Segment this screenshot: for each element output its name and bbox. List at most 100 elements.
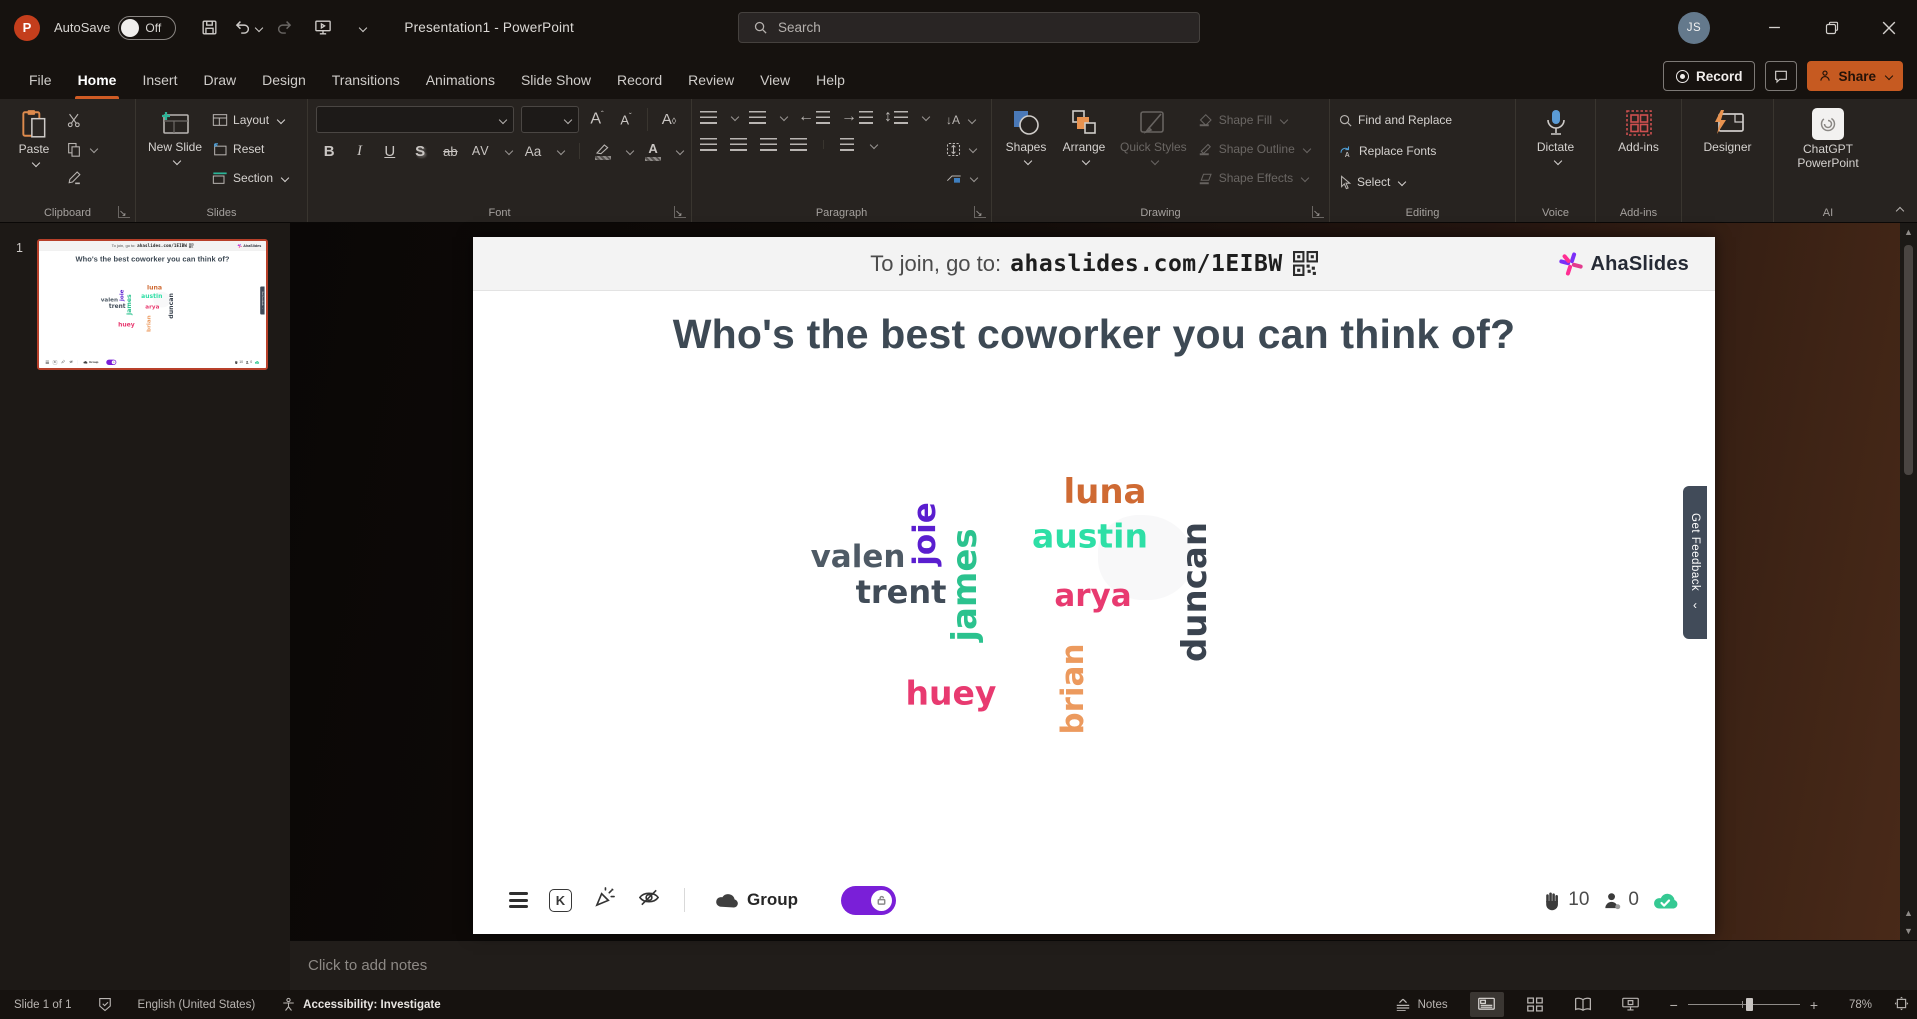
layout-button[interactable]: Layout bbox=[212, 109, 288, 131]
scrollbar-thumb[interactable] bbox=[1904, 245, 1913, 475]
select-button[interactable]: Select bbox=[1338, 171, 1452, 193]
hide-results-icon[interactable] bbox=[637, 886, 661, 914]
slide-indicator[interactable]: Slide 1 of 1 bbox=[14, 999, 72, 1011]
font-name-combobox[interactable] bbox=[316, 106, 514, 133]
find-replace-button[interactable]: Find and Replace bbox=[1338, 109, 1452, 131]
format-painter-button[interactable] bbox=[66, 167, 97, 189]
tab-view[interactable]: View bbox=[747, 61, 803, 99]
columns-button[interactable] bbox=[840, 138, 854, 151]
copy-button[interactable] bbox=[66, 138, 99, 160]
highlight-color-button[interactable] bbox=[595, 143, 612, 160]
numbering-button[interactable] bbox=[749, 110, 766, 124]
line-spacing-button[interactable]: ↕ bbox=[884, 108, 908, 126]
chatgpt-button[interactable]: ChatGPT PowerPoint bbox=[1785, 106, 1871, 200]
increase-indent-button[interactable]: → bbox=[841, 108, 873, 126]
next-slide-button[interactable]: ▼ bbox=[1904, 922, 1913, 940]
normal-view-button[interactable] bbox=[1469, 992, 1504, 1017]
slide[interactable]: To join, go to: ahaslides.com/1EIBW AhaS… bbox=[473, 237, 1715, 934]
record-button[interactable]: Record bbox=[1662, 61, 1756, 91]
slideshow-view-button[interactable] bbox=[1614, 992, 1648, 1017]
strikethrough-button[interactable]: ab bbox=[441, 144, 459, 159]
replace-fonts-button[interactable]: A Replace Fonts bbox=[1338, 140, 1452, 162]
reading-view-button[interactable] bbox=[1566, 992, 1600, 1017]
notes-pane[interactable]: Click to add notes bbox=[290, 940, 1917, 990]
customize-qat-button[interactable] bbox=[344, 12, 378, 44]
align-right-button[interactable] bbox=[760, 138, 777, 151]
arrange-button[interactable]: Arrange bbox=[1058, 106, 1110, 200]
section-button[interactable]: Section bbox=[212, 167, 290, 189]
bullets-button[interactable] bbox=[700, 110, 717, 124]
zoom-slider-thumb[interactable] bbox=[1745, 998, 1753, 1011]
zoom-in-button[interactable]: + bbox=[1810, 997, 1818, 1013]
designer-button[interactable]: Designer bbox=[1699, 106, 1755, 200]
minimize-button[interactable] bbox=[1746, 0, 1803, 55]
get-feedback-tab[interactable]: Get Feedback ‹ bbox=[1683, 486, 1707, 639]
tab-record[interactable]: Record bbox=[604, 61, 675, 99]
italic-button[interactable]: I bbox=[350, 143, 368, 160]
font-color-button[interactable]: A bbox=[645, 141, 662, 161]
decrease-indent-button[interactable]: ← bbox=[798, 108, 830, 126]
shapes-button[interactable]: Shapes bbox=[1000, 106, 1052, 200]
powerpoint-logo-icon[interactable]: P bbox=[14, 14, 40, 41]
notes-toggle[interactable]: Notes bbox=[1395, 998, 1448, 1011]
addins-button[interactable]: Add-ins bbox=[1613, 106, 1665, 200]
group-button[interactable]: Group bbox=[714, 890, 798, 910]
zoom-slider[interactable] bbox=[1687, 998, 1800, 1011]
reset-button[interactable]: Reset bbox=[212, 138, 288, 160]
spell-check-button[interactable] bbox=[98, 997, 112, 1012]
grow-font-button[interactable]: Aˆ bbox=[586, 110, 608, 128]
drawing-dialog-launcher[interactable]: ↘ bbox=[1312, 206, 1324, 218]
keyboard-shortcut-icon[interactable]: K bbox=[549, 888, 572, 912]
text-shadow-button[interactable]: S bbox=[411, 143, 429, 160]
tab-help[interactable]: Help bbox=[803, 61, 858, 99]
scroll-up-arrow[interactable]: ▲ bbox=[1904, 223, 1913, 241]
slide-sorter-view-button[interactable] bbox=[1518, 992, 1552, 1017]
slide-thumbnail[interactable]: To join, go to: ahaslides.com/1EIBW AhaS… bbox=[37, 239, 268, 370]
change-case-button[interactable]: Aa bbox=[524, 144, 542, 159]
convert-smartart-button[interactable] bbox=[946, 167, 979, 189]
tab-review[interactable]: Review bbox=[675, 61, 747, 99]
undo-dropdown-chevron[interactable] bbox=[255, 23, 264, 32]
clear-formatting-button[interactable]: A◊ bbox=[658, 111, 680, 128]
tab-file[interactable]: File bbox=[16, 61, 65, 99]
slide[interactable]: To join, go to: ahaslides.com/1EIBW AhaS… bbox=[39, 241, 266, 368]
paste-button[interactable]: Paste bbox=[8, 106, 60, 200]
close-button[interactable] bbox=[1860, 0, 1917, 55]
align-center-button[interactable] bbox=[730, 138, 747, 151]
share-button[interactable]: Share bbox=[1807, 61, 1903, 91]
accessibility-status[interactable]: Accessibility: Investigate bbox=[281, 997, 441, 1012]
new-slide-button[interactable]: New Slide bbox=[144, 106, 206, 200]
clipboard-dialog-launcher[interactable]: ↘ bbox=[118, 206, 130, 218]
tab-transitions[interactable]: Transitions bbox=[319, 61, 413, 99]
vertical-scrollbar[interactable]: ▲ ▲ ▼ bbox=[1900, 223, 1917, 940]
tab-slide-show[interactable]: Slide Show bbox=[508, 61, 604, 99]
zoom-out-button[interactable]: − bbox=[1670, 997, 1678, 1013]
bold-button[interactable]: B bbox=[320, 143, 338, 160]
align-left-button[interactable] bbox=[700, 138, 717, 151]
celebration-icon[interactable] bbox=[593, 886, 616, 914]
shrink-font-button[interactable]: Aˇ bbox=[615, 112, 637, 127]
text-direction-button[interactable]: ↓A bbox=[946, 109, 977, 131]
zoom-percentage[interactable]: 78% bbox=[1840, 999, 1872, 1011]
font-dialog-launcher[interactable]: ↘ bbox=[674, 206, 686, 218]
menu-icon[interactable] bbox=[509, 892, 528, 908]
comments-button[interactable] bbox=[1765, 61, 1798, 91]
align-text-button[interactable] bbox=[946, 138, 978, 160]
collapse-ribbon-chevron[interactable] bbox=[1895, 206, 1905, 216]
previous-slide-button[interactable]: ▲ bbox=[1904, 904, 1913, 922]
audience-toggle[interactable] bbox=[841, 885, 896, 915]
tab-insert[interactable]: Insert bbox=[129, 61, 190, 99]
tab-animations[interactable]: Animations bbox=[413, 61, 508, 99]
autosave-toggle[interactable]: Off bbox=[118, 15, 177, 40]
character-spacing-button[interactable]: AV bbox=[472, 144, 490, 158]
cut-button[interactable] bbox=[66, 109, 97, 131]
tab-design[interactable]: Design bbox=[249, 61, 319, 99]
tab-draw[interactable]: Draw bbox=[190, 61, 249, 99]
tab-home[interactable]: Home bbox=[65, 61, 130, 99]
fit-to-window-button[interactable] bbox=[1894, 996, 1909, 1014]
start-slideshow-button[interactable] bbox=[306, 12, 340, 44]
paragraph-dialog-launcher[interactable]: ↘ bbox=[974, 206, 986, 218]
account-avatar[interactable]: JS bbox=[1678, 11, 1710, 44]
search-input[interactable]: Search bbox=[738, 12, 1200, 43]
dictate-button[interactable]: Dictate bbox=[1530, 106, 1582, 200]
